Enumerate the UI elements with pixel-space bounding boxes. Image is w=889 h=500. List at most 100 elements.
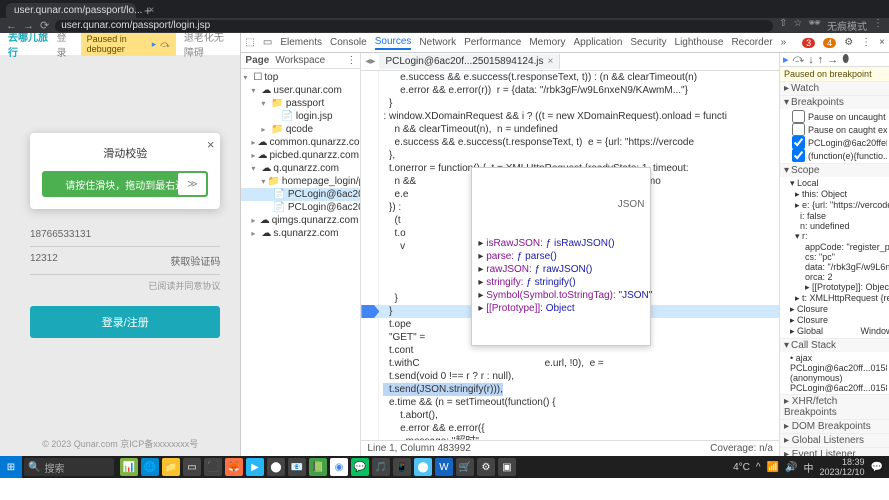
warn-count[interactable]: 4 xyxy=(823,38,836,48)
step-into-icon[interactable]: ↓ xyxy=(808,54,814,66)
deactivate-bp-icon[interactable]: ⬮ xyxy=(842,53,849,66)
tree-item[interactable]: ▾📁 homepage_login/prd/script xyxy=(241,175,360,188)
taskbar-search[interactable]: 🔍 搜索 xyxy=(24,458,114,476)
star-icon[interactable]: ☆ xyxy=(793,18,802,33)
notifications-icon[interactable]: 💬 xyxy=(871,462,883,473)
new-tab-button[interactable]: + xyxy=(138,3,158,18)
app-icon[interactable]: 🎵 xyxy=(372,458,390,476)
breakpoint-item[interactable]: (function(e){functio... xyxy=(790,149,887,162)
app-icon[interactable]: ⬛ xyxy=(204,458,222,476)
tree-item[interactable]: ▸📁 qcode xyxy=(241,123,360,136)
forward-icon[interactable]: → xyxy=(23,20,34,32)
app-icon[interactable]: 🦊 xyxy=(225,458,243,476)
menu-icon[interactable]: ⋮ xyxy=(873,18,883,33)
tree-item[interactable]: ▾☐ top xyxy=(241,71,360,84)
tree-item[interactable]: ▸☁ s.qunarzz.com xyxy=(241,227,360,240)
tree-item[interactable]: 📄 PCLogin@6ac20ffeb2501... xyxy=(241,188,360,201)
chrome-icon[interactable]: ◉ xyxy=(330,458,348,476)
gear-icon[interactable]: ⚙ xyxy=(844,37,853,48)
tab-application[interactable]: Application xyxy=(573,37,622,48)
close-icon[interactable]: × xyxy=(548,56,554,67)
app-icon[interactable]: 🛒 xyxy=(456,458,474,476)
tree-item[interactable]: 📄 login.jsp xyxy=(241,110,360,123)
app-icon[interactable]: ⬤ xyxy=(267,458,285,476)
callstack-header[interactable]: ▾ Call Stack xyxy=(780,339,889,352)
terminal-icon[interactable]: ▣ xyxy=(498,458,516,476)
resume-icon[interactable]: ▸ xyxy=(783,53,789,66)
nav-access[interactable]: 退老化无障碍 xyxy=(184,33,233,59)
app-icon[interactable]: ▭ xyxy=(183,458,201,476)
url-input[interactable]: user.qunar.com/passport/login.jsp xyxy=(55,20,773,32)
step-over-icon[interactable]: ⤼ xyxy=(793,53,805,66)
get-code-link[interactable]: 获取验证码 xyxy=(170,253,220,268)
code-tab[interactable]: PCLogin@6ac20f...25015894124.js × xyxy=(379,54,560,69)
volume-icon[interactable]: 🔊 xyxy=(785,462,797,473)
start-button[interactable]: ⊞ xyxy=(0,456,22,478)
settings-icon[interactable]: ⚙ xyxy=(477,458,495,476)
more-icon[interactable]: » xyxy=(781,37,787,48)
tab-recorder[interactable]: Recorder xyxy=(731,37,772,48)
reload-icon[interactable]: ⟳ xyxy=(40,19,49,32)
browser-tab[interactable]: user.qunar.com/passport/lo... × xyxy=(6,3,136,18)
tree-item[interactable]: ▾☁ user.qunar.com xyxy=(241,84,360,97)
menu-icon[interactable]: ⋮ xyxy=(861,37,871,48)
app-icon[interactable]: 📱 xyxy=(393,458,411,476)
back-icon[interactable]: ← xyxy=(6,20,17,32)
tab-lighthouse[interactable]: Lighthouse xyxy=(675,37,724,48)
app-icon[interactable]: ⬤ xyxy=(414,458,432,476)
tab-network[interactable]: Network xyxy=(419,37,456,48)
tree-item[interactable]: ▸☁ common.qunarzz.com xyxy=(241,136,360,149)
breakpoints-header[interactable]: ▾ Breakpoints xyxy=(780,96,889,109)
nav-page[interactable]: Page xyxy=(245,55,269,66)
nav-login[interactable]: 登录 xyxy=(56,33,72,59)
login-button[interactable]: 登录/注册 xyxy=(30,306,220,338)
site-logo[interactable]: 去哪儿旅行 xyxy=(8,33,48,59)
wifi-icon[interactable]: 📶 xyxy=(767,462,779,473)
captcha-field[interactable]: 12312 获取验证码 xyxy=(30,247,220,275)
app-icon[interactable]: 📁 xyxy=(162,458,180,476)
scope-header[interactable]: ▾ Scope xyxy=(780,164,889,177)
tree-item[interactable]: ▸☁ qimgs.qunarzz.com xyxy=(241,214,360,227)
code-editor[interactable]: JSON ▸ isRawJSON: ƒ isRawJSON()▸ parse: … xyxy=(361,71,779,440)
phone-field[interactable]: 18766533131 xyxy=(30,223,220,247)
tree-item[interactable]: 📄 PCLogin@6ac20ffeb2501... xyxy=(241,201,360,214)
weather[interactable]: 4°C xyxy=(733,462,750,473)
app-icon[interactable]: ▶ xyxy=(246,458,264,476)
prev-file-icon[interactable]: ◂▸ xyxy=(361,56,379,67)
ime-icon[interactable]: 中 xyxy=(804,460,814,475)
section-header[interactable]: ▸ Global Listeners xyxy=(780,434,889,447)
step-out-icon[interactable]: ↑ xyxy=(818,54,824,66)
tree-item[interactable]: ▾☁ q.qunarzz.com xyxy=(241,162,360,175)
app-icon[interactable]: W xyxy=(435,458,453,476)
app-icon[interactable]: 📗 xyxy=(309,458,327,476)
tab-console[interactable]: Console xyxy=(330,37,367,48)
tab-security[interactable]: Security xyxy=(630,37,666,48)
app-icon[interactable]: 📊 xyxy=(120,458,138,476)
tab-performance[interactable]: Performance xyxy=(464,37,521,48)
tree-item[interactable]: ▾📁 passport xyxy=(241,97,360,110)
slider-handle[interactable]: ≫ xyxy=(178,173,206,195)
breakpoint-item[interactable]: Pause on uncaught exceptions xyxy=(790,110,887,123)
more-icon[interactable]: ⋮ xyxy=(346,55,356,66)
section-header[interactable]: ▸ XHR/fetch Breakpoints xyxy=(780,395,889,419)
wechat-icon[interactable]: 💬 xyxy=(351,458,369,476)
close-icon[interactable]: × xyxy=(207,137,215,152)
watch-header[interactable]: ▸ Watch xyxy=(780,82,889,95)
breakpoint-item[interactable]: PCLogin@6ac20ffeb250158... xyxy=(790,136,887,149)
step-icon[interactable]: ⤼ xyxy=(160,39,170,50)
resume-icon[interactable]: ▸ xyxy=(152,39,157,50)
section-header[interactable]: ▸ Event Listener Breakpoints xyxy=(780,448,889,456)
tab-sources[interactable]: Sources xyxy=(375,36,412,50)
step-icon[interactable]: → xyxy=(827,54,838,66)
clock[interactable]: 18:39 2023/12/10 xyxy=(820,457,865,477)
tab-memory[interactable]: Memory xyxy=(529,37,565,48)
app-icon[interactable]: 📧 xyxy=(288,458,306,476)
close-icon[interactable]: × xyxy=(879,37,885,48)
breakpoint-item[interactable]: Pause on caught exceptions xyxy=(790,123,887,136)
tab-elements[interactable]: Elements xyxy=(280,37,322,48)
tree-item[interactable]: ▸☁ picbed.qunarzz.com xyxy=(241,149,360,162)
section-header[interactable]: ▸ DOM Breakpoints xyxy=(780,420,889,433)
share-icon[interactable]: ⇧ xyxy=(779,18,787,33)
device-icon[interactable]: ▭ xyxy=(263,37,272,48)
tray-icon[interactable]: ^ xyxy=(756,462,761,473)
